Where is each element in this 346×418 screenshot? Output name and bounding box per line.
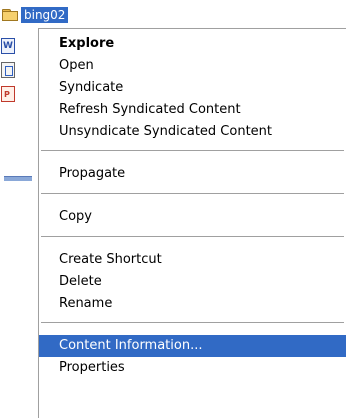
menu-item-open[interactable]: Open [39, 55, 346, 77]
context-menu: Explore Open Syndicate Refresh Syndicate… [38, 28, 346, 418]
menu-item-properties[interactable]: Properties [39, 357, 346, 379]
menu-separator [41, 193, 344, 194]
menu-item-rename[interactable]: Rename [39, 293, 346, 315]
menu-item-delete[interactable]: Delete [39, 271, 346, 293]
menu-item-explore[interactable]: Explore [39, 33, 346, 55]
menu-item-copy[interactable]: Copy [39, 206, 346, 228]
menu-item-propagate[interactable]: Propagate [39, 163, 346, 185]
word-document-icon[interactable]: W [1, 38, 15, 54]
selected-item-name[interactable]: bing02 [21, 7, 69, 23]
menu-item-unsyndicate-syndicated-content[interactable]: Unsyndicate Syndicated Content [39, 121, 346, 143]
explorer-tree-strip: W P [0, 0, 40, 418]
menu-item-syndicate[interactable]: Syndicate [39, 77, 346, 99]
menu-item-create-shortcut[interactable]: Create Shortcut [39, 249, 346, 271]
menu-separator [41, 150, 344, 151]
menu-item-refresh-syndicated-content[interactable]: Refresh Syndicated Content [39, 99, 346, 121]
menu-separator [41, 236, 344, 237]
web-document-icon[interactable] [1, 62, 15, 78]
screenshot-stage: W P bing02 Explore Open Syndicate Refres… [0, 0, 346, 418]
tree-connector-line [4, 176, 32, 181]
menu-item-content-information[interactable]: Content Information... [39, 335, 346, 357]
folder-icon[interactable] [2, 9, 18, 21]
powerpoint-document-icon[interactable]: P [1, 86, 15, 102]
menu-separator [41, 322, 344, 323]
